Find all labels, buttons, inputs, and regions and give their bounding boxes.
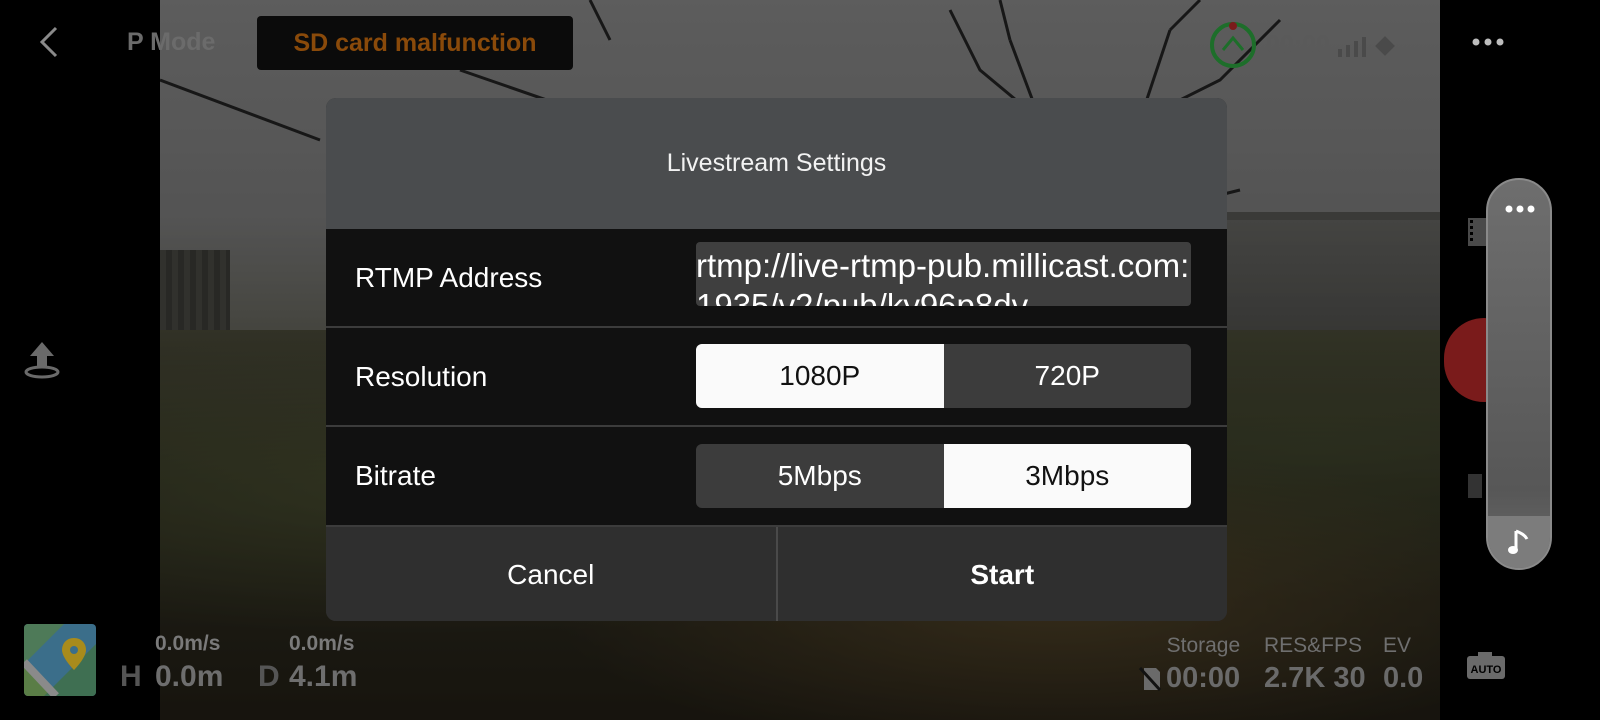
- resolution-row: Resolution 1080P 720P: [326, 328, 1227, 427]
- flight-mode-label: P Mode: [127, 28, 216, 56]
- music-note-icon: [1508, 529, 1529, 554]
- svg-text:AUTO: AUTO: [1471, 664, 1502, 676]
- storage-value-row: 00:00: [1138, 662, 1240, 695]
- signal-icon: [1337, 36, 1395, 57]
- map-pin-icon: [24, 624, 96, 696]
- livestream-settings-dialog: Livestream Settings RTMP Address rtmp://…: [326, 98, 1227, 621]
- resolution-selector: 1080P 720P: [696, 344, 1191, 408]
- back-button[interactable]: [36, 24, 62, 60]
- more-menu-button[interactable]: [1470, 30, 1506, 54]
- bitrate-selector: 5Mbps 3Mbps: [696, 444, 1191, 508]
- bitrate-label: Bitrate: [355, 460, 436, 491]
- height-value: 0.0m: [155, 660, 224, 693]
- mini-map[interactable]: [24, 624, 96, 696]
- auto-camera-icon: AUTO: [1467, 652, 1505, 679]
- horizontal-speed: 0.0m/s: [289, 632, 355, 655]
- sd-card-alert-badge[interactable]: SD card malfunction: [257, 16, 573, 70]
- bitrate-option-5mbps[interactable]: 5Mbps: [696, 444, 944, 508]
- cancel-button[interactable]: Cancel: [326, 527, 776, 621]
- telemetry-panel: 0.0m/s 0.0m/s H 0.0m D 4.1m: [120, 630, 500, 710]
- no-sd-card-icon: [1138, 666, 1162, 691]
- record-indicator-icon: [1210, 22, 1256, 68]
- height-label: H: [120, 660, 142, 693]
- chevron-left-icon: [39, 26, 58, 58]
- rtmp-address-value: rtmp://live-rtmp-pub.millicast.com:1935/…: [696, 247, 1190, 306]
- dialog-title: Livestream Settings: [326, 98, 1227, 229]
- takeoff-button[interactable]: [22, 338, 62, 382]
- bitrate-option-3mbps[interactable]: 3Mbps: [943, 444, 1191, 508]
- record-timer: 00:00: [1266, 30, 1330, 59]
- film-strip-icon: [1468, 218, 1486, 246]
- more-horizontal-icon: [1472, 38, 1504, 46]
- rtmp-label: RTMP Address: [355, 261, 543, 293]
- auto-camera-button[interactable]: AUTO: [1466, 650, 1506, 680]
- ev-label: EV: [1383, 634, 1412, 657]
- resolution-option-720p[interactable]: 720P: [944, 344, 1192, 408]
- vertical-speed: 0.0m/s: [155, 632, 221, 655]
- ev-value: 0.0: [1383, 662, 1424, 694]
- res-fps-label: RES&FPS: [1264, 634, 1363, 657]
- panel-more-button[interactable]: [1504, 202, 1536, 216]
- rtmp-address-field[interactable]: rtmp://live-rtmp-pub.millicast.com:1935/…: [696, 242, 1191, 306]
- res-fps-value: 2.7K 30: [1264, 662, 1366, 694]
- more-horizontal-icon: [1505, 205, 1535, 213]
- start-button[interactable]: Start: [775, 527, 1228, 621]
- record-status: 00:00: [1208, 20, 1402, 70]
- storage-status: Storage 00:00: [1138, 634, 1240, 695]
- music-button[interactable]: [1488, 516, 1550, 568]
- playback-thumbnail[interactable]: [1468, 474, 1482, 498]
- res-fps-status[interactable]: RES&FPS 2.7K 30: [1264, 634, 1366, 695]
- bitrate-row: Bitrate 5Mbps 3Mbps: [326, 427, 1227, 527]
- film-icon[interactable]: [1468, 218, 1486, 246]
- distance-label: D: [258, 660, 280, 693]
- resolution-label: Resolution: [355, 360, 488, 392]
- rtmp-row: RTMP Address rtmp://live-rtmp-pub.millic…: [326, 229, 1227, 328]
- distance-value: 4.1m: [289, 660, 358, 693]
- takeoff-icon: [24, 342, 60, 379]
- storage-label: Storage: [1166, 634, 1241, 657]
- storage-value: 00:00: [1166, 662, 1241, 694]
- resolution-option-1080p[interactable]: 1080P: [696, 344, 944, 408]
- side-panel: [1486, 178, 1552, 570]
- dialog-actions: Cancel Start: [326, 527, 1227, 621]
- ev-status[interactable]: EV 0.0: [1383, 634, 1423, 695]
